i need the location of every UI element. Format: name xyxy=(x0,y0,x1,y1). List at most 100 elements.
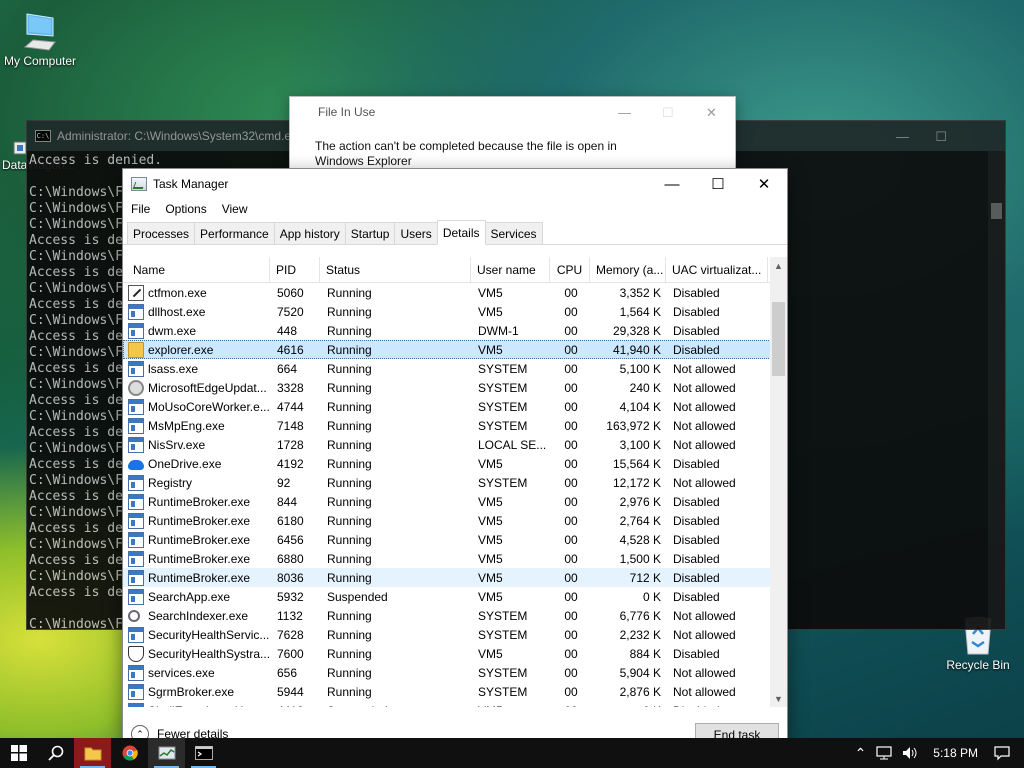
vertical-scrollbar[interactable]: ▲ ▼ xyxy=(770,257,787,707)
table-row[interactable]: lsass.exe 664 Running SYSTEM 00 5,100 K Not al… xyxy=(123,359,771,378)
cell-name: SearchIndexer.exe xyxy=(124,609,271,623)
cell-user: SYSTEM xyxy=(478,380,528,395)
column-header-memory[interactable]: Memory (a... xyxy=(590,257,666,283)
table-row[interactable]: MoUsoCoreWorker.e... 4744 Running SYSTEM 00 4… xyxy=(123,397,771,416)
cmd-minimize-button[interactable]: — xyxy=(896,129,909,144)
scrollbar-thumb[interactable] xyxy=(772,302,785,376)
tab-users[interactable]: Users xyxy=(394,222,438,244)
desktop-icon-my-computer[interactable]: My Computer xyxy=(2,12,78,68)
scroll-up-icon[interactable]: ▲ xyxy=(770,257,787,274)
cmd-maximize-button[interactable]: ☐ xyxy=(935,129,947,145)
cell-cpu: 00 xyxy=(564,494,578,509)
table-row[interactable]: RuntimeBroker.exe 844 Running VM5 00 2,976 K D… xyxy=(123,492,771,511)
column-header-pid[interactable]: PID xyxy=(270,257,320,283)
table-row[interactable]: SearchApp.exe 5932 Suspended VM5 00 0 K Disabl… xyxy=(123,587,771,606)
table-row[interactable]: SecurityHealthSystra... 7600 Running VM5 00 8… xyxy=(123,644,771,663)
process-name: dwm.exe xyxy=(148,323,197,338)
cell-name: Registry xyxy=(124,474,271,491)
table-row[interactable]: dllhost.exe 7520 Running VM5 00 1,564 K Disabl… xyxy=(123,302,771,321)
table-row[interactable]: SecurityHealthServic... 7628 Running SYSTEM… xyxy=(123,625,771,644)
cell-memory: 2,876 K xyxy=(619,684,661,699)
start-button[interactable] xyxy=(0,738,37,768)
table-row[interactable]: MsMpEng.exe 7148 Running SYSTEM 00 163,972 K N… xyxy=(123,416,771,435)
tab-startup[interactable]: Startup xyxy=(344,222,396,244)
window-icon xyxy=(128,322,144,339)
cell-uac: Disabled xyxy=(673,589,720,604)
close-button[interactable]: ✕ xyxy=(741,169,787,199)
cell-uac: Not allowed xyxy=(673,437,736,452)
cell-name: RuntimeBroker.exe xyxy=(124,531,271,548)
table-row[interactable]: RuntimeBroker.exe 6880 Running VM5 00 1,500 K… xyxy=(123,549,771,568)
cmd-scrollbar-thumb[interactable] xyxy=(991,203,1002,219)
dialog-close-button[interactable]: ✕ xyxy=(706,105,717,121)
table-row[interactable]: explorer.exe 4616 Running VM5 00 41,940 K Disa… xyxy=(123,340,771,359)
table-row[interactable]: RuntimeBroker.exe 6456 Running VM5 00 4,528 K… xyxy=(123,530,771,549)
cell-name: NisSrv.exe xyxy=(124,436,271,453)
file-in-use-dialog[interactable]: File In Use — ☐ ✕ The action can't be co… xyxy=(289,96,736,176)
table-row[interactable]: ctfmon.exe 5060 Running VM5 00 3,352 K Disable… xyxy=(123,283,771,302)
menu-file[interactable]: File xyxy=(131,202,150,216)
table-row[interactable]: services.exe 656 Running SYSTEM 00 5,904 K Not… xyxy=(123,663,771,682)
menu-view[interactable]: View xyxy=(222,202,248,216)
menu-options[interactable]: Options xyxy=(165,202,206,216)
dialog-maximize-button[interactable]: ☐ xyxy=(662,105,674,121)
column-header-name[interactable]: Name ⌃ xyxy=(123,257,270,283)
column-header-status[interactable]: Status xyxy=(320,257,471,283)
volume-icon[interactable] xyxy=(902,746,918,760)
column-header-user[interactable]: User name xyxy=(471,257,550,283)
tab-performance[interactable]: Performance xyxy=(194,222,275,244)
chevron-up-icon[interactable]: ⌃ xyxy=(855,745,867,762)
table-row[interactable]: NisSrv.exe 1728 Running LOCAL SE... 00 3,100 … xyxy=(123,435,771,454)
tab-processes[interactable]: Processes xyxy=(127,222,196,244)
task-manager-window[interactable]: Task Manager — ☐ ✕ File Options View Pro… xyxy=(122,168,788,742)
table-row[interactable]: Registry 92 Running SYSTEM 00 12,172 K Not all… xyxy=(123,473,771,492)
table-row[interactable]: ShellExperienceHost...4412SuspendedVM500… xyxy=(123,701,771,707)
cell-pid: 844 xyxy=(277,494,298,509)
cell-user: VM5 xyxy=(478,551,503,566)
table-row[interactable]: SgrmBroker.exe 5944 Running SYSTEM 00 2,876 K… xyxy=(123,682,771,701)
cell-name: explorer.exe xyxy=(124,341,271,358)
network-icon[interactable] xyxy=(876,746,892,760)
cell-status: Running xyxy=(327,494,372,509)
minimize-button[interactable]: — xyxy=(649,169,695,199)
cell-status: Running xyxy=(327,551,372,566)
cell-user: SYSTEM xyxy=(478,627,528,642)
clock[interactable]: 5:18 PM xyxy=(933,746,978,760)
process-name: SearchIndexer.exe xyxy=(148,608,249,623)
cmd-taskbar-button[interactable] xyxy=(185,738,222,768)
dialog-minimize-button[interactable]: — xyxy=(618,105,631,120)
cell-name: SearchApp.exe xyxy=(124,588,271,605)
search-button[interactable] xyxy=(37,738,74,768)
chrome-taskbar-button[interactable] xyxy=(111,738,148,768)
scroll-down-icon[interactable]: ▼ xyxy=(770,690,787,707)
table-row[interactable]: RuntimeBroker.exe 6180 Running VM5 00 2,764 K… xyxy=(123,511,771,530)
process-name: dllhost.exe xyxy=(148,304,206,319)
cell-memory: 4,528 K xyxy=(619,532,661,547)
table-row[interactable]: SearchIndexer.exe 1132 Running SYSTEM 00 6,77… xyxy=(123,606,771,625)
table-row[interactable]: MicrosoftEdgeUpdat... 3328 Running SYSTEM 00… xyxy=(123,378,771,397)
task-manager-taskbar-button[interactable] xyxy=(148,738,185,768)
table-row[interactable]: RuntimeBroker.exe 8036 Running VM5 00 712 K Di… xyxy=(123,568,771,587)
maximize-button[interactable]: ☐ xyxy=(695,169,741,199)
process-name: RuntimeBroker.exe xyxy=(148,551,251,566)
cell-name: RuntimeBroker.exe xyxy=(124,550,271,567)
tab-services[interactable]: Services xyxy=(484,222,543,244)
column-header-cpu[interactable]: CPU xyxy=(550,257,590,283)
tab-app-history[interactable]: App history xyxy=(273,222,346,244)
task-manager-titlebar[interactable]: Task Manager — ☐ ✕ xyxy=(123,169,787,199)
window-icon xyxy=(128,493,144,510)
cell-name: lsass.exe xyxy=(124,360,271,377)
process-name: MoUsoCoreWorker.e... xyxy=(148,399,270,414)
cell-uac: Not allowed xyxy=(673,361,736,376)
table-row[interactable]: OneDrive.exe 4192 Running VM5 00 15,564 K Disa… xyxy=(123,454,771,473)
cell-cpu: 00 xyxy=(564,342,578,357)
cell-status: Running xyxy=(327,380,372,395)
column-header-uac[interactable]: UAC virtualizat... xyxy=(666,257,768,283)
cmd-scrollbar[interactable] xyxy=(988,151,1005,629)
tab-details[interactable]: Details xyxy=(436,220,486,245)
table-row[interactable]: dwm.exe 448 Running DWM-1 00 29,328 K Disabled xyxy=(123,321,771,340)
file-explorer-taskbar-button[interactable] xyxy=(74,738,111,768)
notifications-icon[interactable] xyxy=(994,745,1010,761)
cell-memory: 884 K xyxy=(629,646,661,661)
cell-cpu: 00 xyxy=(564,456,578,471)
